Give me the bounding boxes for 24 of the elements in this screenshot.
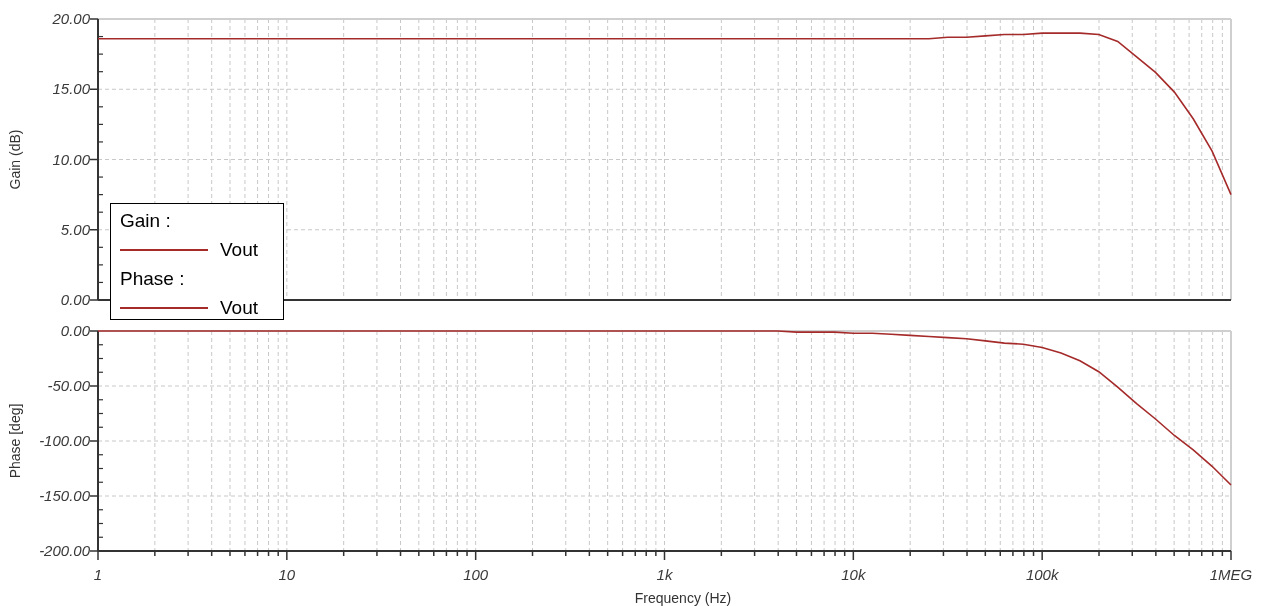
x-tick-label: 1k — [656, 566, 673, 583]
y-tick-label: -50.00 — [47, 377, 90, 394]
y-axis-title: Phase [deg] — [7, 403, 23, 479]
x-tick-label: 100 — [463, 566, 489, 583]
legend-heading: Gain : — [120, 209, 171, 233]
y-tick-label: 0.00 — [60, 291, 90, 308]
y-tick-label: 10.00 — [52, 150, 90, 168]
x-tick-label: 1MEG — [1209, 566, 1253, 583]
x-tick-label: 10k — [841, 566, 866, 583]
x-tick-label: 10 — [278, 566, 296, 583]
y-tick-label: 0.00 — [60, 322, 90, 339]
x-tick-label: 1 — [93, 566, 103, 583]
y-tick-label: 15.00 — [52, 80, 90, 98]
y-tick-label: -100.00 — [39, 432, 90, 449]
y-tick-label: -200.00 — [39, 542, 90, 559]
y-tick-label: 20.00 — [52, 10, 90, 27]
x-axis-title: Frequency (Hz) — [634, 590, 732, 606]
legend-label: Vout — [220, 296, 259, 320]
legend-heading: Phase : — [120, 267, 185, 291]
x-tick-label: 100k — [1025, 566, 1059, 583]
legend-label: Vout — [220, 238, 259, 262]
y-tick-label: -150.00 — [39, 487, 90, 504]
y-tick-label: 5.00 — [60, 220, 90, 238]
y-axis-title: Gain (dB) — [7, 129, 23, 190]
